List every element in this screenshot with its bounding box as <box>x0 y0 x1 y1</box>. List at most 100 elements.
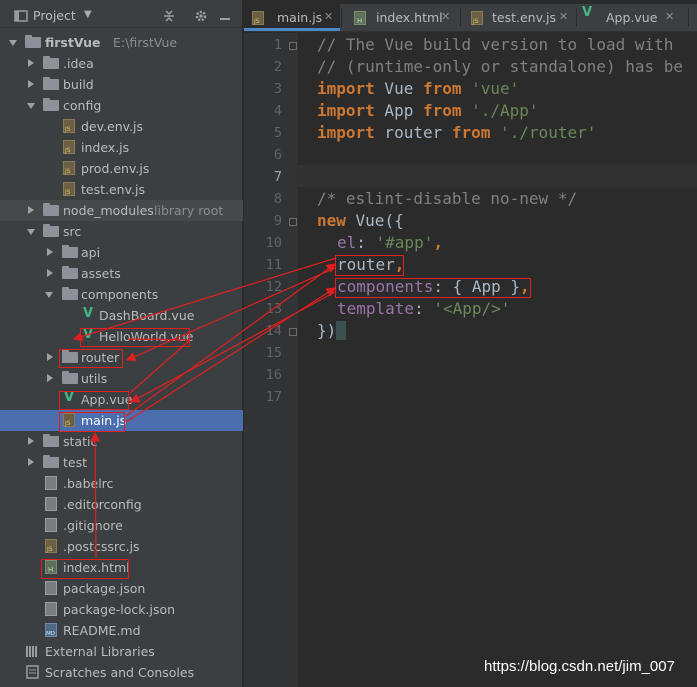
expand-arrow-icon[interactable] <box>28 80 34 88</box>
chevron-down-icon[interactable]: ▼ <box>84 9 92 20</box>
tab-index-html[interactable]: index.html ✕ <box>342 4 459 31</box>
line-number: 6 <box>273 147 282 163</box>
tree-item-label: .postcssrc.js <box>63 539 140 554</box>
line-number: 4 <box>273 103 282 119</box>
tree-item-dashboard-vue[interactable]: V DashBoard.vue <box>0 305 243 326</box>
identifier: Vue({ <box>345 211 404 230</box>
tree-item-label: build <box>63 77 94 92</box>
folder-icon <box>62 287 78 300</box>
close-icon[interactable]: ✕ <box>441 10 450 23</box>
code-line-13: template: '<App/>' <box>337 299 510 318</box>
tree-item-idea[interactable]: .idea <box>0 53 243 74</box>
tree-item-label: api <box>81 245 101 260</box>
folder-icon <box>43 224 59 237</box>
code-line-8: /* eslint-disable no-new */ <box>317 189 578 208</box>
code-line-3: import Vue from 'vue' <box>317 79 519 98</box>
current-line-highlight <box>298 165 697 187</box>
tree-item-dev-env-js[interactable]: dev.env.js <box>0 116 243 137</box>
fold-icon[interactable] <box>289 218 297 226</box>
tree-item-prod-env-js[interactable]: prod.env.js <box>0 158 243 179</box>
markdown-file-icon <box>45 623 57 637</box>
js-file-icon <box>252 11 264 25</box>
tree-item-babelrc[interactable]: .babelrc <box>0 473 243 494</box>
folder-icon <box>62 266 78 279</box>
tree-item-test-env-js[interactable]: test.env.js <box>0 179 243 200</box>
annotation-box-helloworld <box>80 328 190 347</box>
line-number: 2 <box>273 59 282 75</box>
fold-icon[interactable] <box>289 328 297 336</box>
tree-item-firstvue[interactable]: firstVue E:\firstVue <box>0 32 243 53</box>
tree-item-label: static <box>63 434 98 449</box>
identifier: router <box>374 123 452 142</box>
expand-arrow-icon[interactable] <box>27 103 35 109</box>
tree-item-scratches[interactable]: Scratches and Consoles <box>0 662 243 683</box>
expand-arrow-icon[interactable] <box>28 458 34 466</box>
line-number: 1 <box>273 37 282 53</box>
gear-icon[interactable] <box>194 9 208 23</box>
project-panel-title[interactable]: Project <box>33 8 76 23</box>
expand-arrow-icon[interactable] <box>28 437 34 445</box>
line-number-gutter: 1 2 3 4 5 6 7 8 9 10 11 12 13 14 15 16 1… <box>244 33 298 687</box>
fold-icon[interactable] <box>289 42 297 50</box>
tree-item-gitignore[interactable]: .gitignore <box>0 515 243 536</box>
expand-arrow-icon[interactable] <box>45 292 53 298</box>
tree-item-test[interactable]: test <box>0 452 243 473</box>
close-icon[interactable]: ✕ <box>324 10 333 23</box>
tree-item-label: DashBoard.vue <box>99 308 195 323</box>
json-file-icon <box>45 581 57 595</box>
tree-item-label: utils <box>81 371 108 386</box>
line-number: 12 <box>265 279 282 295</box>
tree-item-utils[interactable]: utils <box>0 368 243 389</box>
folder-icon <box>43 56 59 69</box>
tree-item-editorconfig[interactable]: .editorconfig <box>0 494 243 515</box>
tree-item-node-modules[interactable]: node_modules library root <box>0 200 243 221</box>
minimize-icon[interactable] <box>218 9 232 23</box>
expand-arrow-icon[interactable] <box>9 40 17 46</box>
tree-item-path: E:\firstVue <box>113 35 178 50</box>
tree-item-readme-md[interactable]: README.md <box>0 620 243 641</box>
expand-arrow-icon[interactable] <box>47 374 53 382</box>
folder-icon <box>43 77 59 90</box>
punctuation: , <box>433 233 443 252</box>
folder-icon <box>43 455 59 468</box>
scratches-icon <box>26 665 39 679</box>
tree-item-assets[interactable]: assets <box>0 263 243 284</box>
tab-separator <box>688 8 689 27</box>
watermark: https://blog.csdn.net/jim_007 <box>484 658 675 675</box>
tree-item-api[interactable]: api <box>0 242 243 263</box>
code-line-5: import router from './router' <box>317 123 596 142</box>
vue-file-icon: V <box>582 5 593 20</box>
project-panel-header: Project ▼ <box>0 4 243 28</box>
expand-arrow-icon[interactable] <box>27 229 35 235</box>
tab-test-env-js[interactable]: test.env.js ✕ <box>461 4 575 31</box>
tree-item-components[interactable]: components <box>0 284 243 305</box>
expand-arrow-icon[interactable] <box>28 59 34 67</box>
tree-item-label: index.js <box>81 140 130 155</box>
code-editor[interactable]: // The Vue build version to load with //… <box>298 33 697 687</box>
tab-app-vue[interactable]: V App.vue ✕ <box>577 4 687 31</box>
expand-arrow-icon[interactable] <box>47 353 53 361</box>
expand-arrow-icon[interactable] <box>47 269 53 277</box>
tree-item-external-libraries[interactable]: External Libraries <box>0 641 243 662</box>
expand-arrow-icon[interactable] <box>47 248 53 256</box>
collapse-icon[interactable] <box>162 9 176 23</box>
tree-item-config[interactable]: config <box>0 95 243 116</box>
tree-item-label: prod.env.js <box>81 161 150 176</box>
expand-arrow-icon[interactable] <box>28 206 34 214</box>
tab-main-js[interactable]: main.js ✕ <box>244 4 340 31</box>
tree-item-index-js[interactable]: index.js <box>0 137 243 158</box>
gear-file-icon <box>45 497 57 511</box>
tree-item-label: dev.env.js <box>81 119 144 134</box>
tree-item-label: src <box>63 224 82 239</box>
tree-item-src[interactable]: src <box>0 221 243 242</box>
tree-item-label: External Libraries <box>45 644 155 659</box>
tree-item-build[interactable]: build <box>0 74 243 95</box>
close-icon[interactable]: ✕ <box>665 10 674 23</box>
annotation-box-app-vue <box>59 391 129 410</box>
tree-item-package-lock-json[interactable]: package-lock.json <box>0 599 243 620</box>
tree-item-static[interactable]: static <box>0 431 243 452</box>
tree-item-package-json[interactable]: package.json <box>0 578 243 599</box>
html-file-icon <box>354 11 366 25</box>
tree-item-postcssrc-js[interactable]: .postcssrc.js <box>0 536 243 557</box>
close-icon[interactable]: ✕ <box>559 10 568 23</box>
